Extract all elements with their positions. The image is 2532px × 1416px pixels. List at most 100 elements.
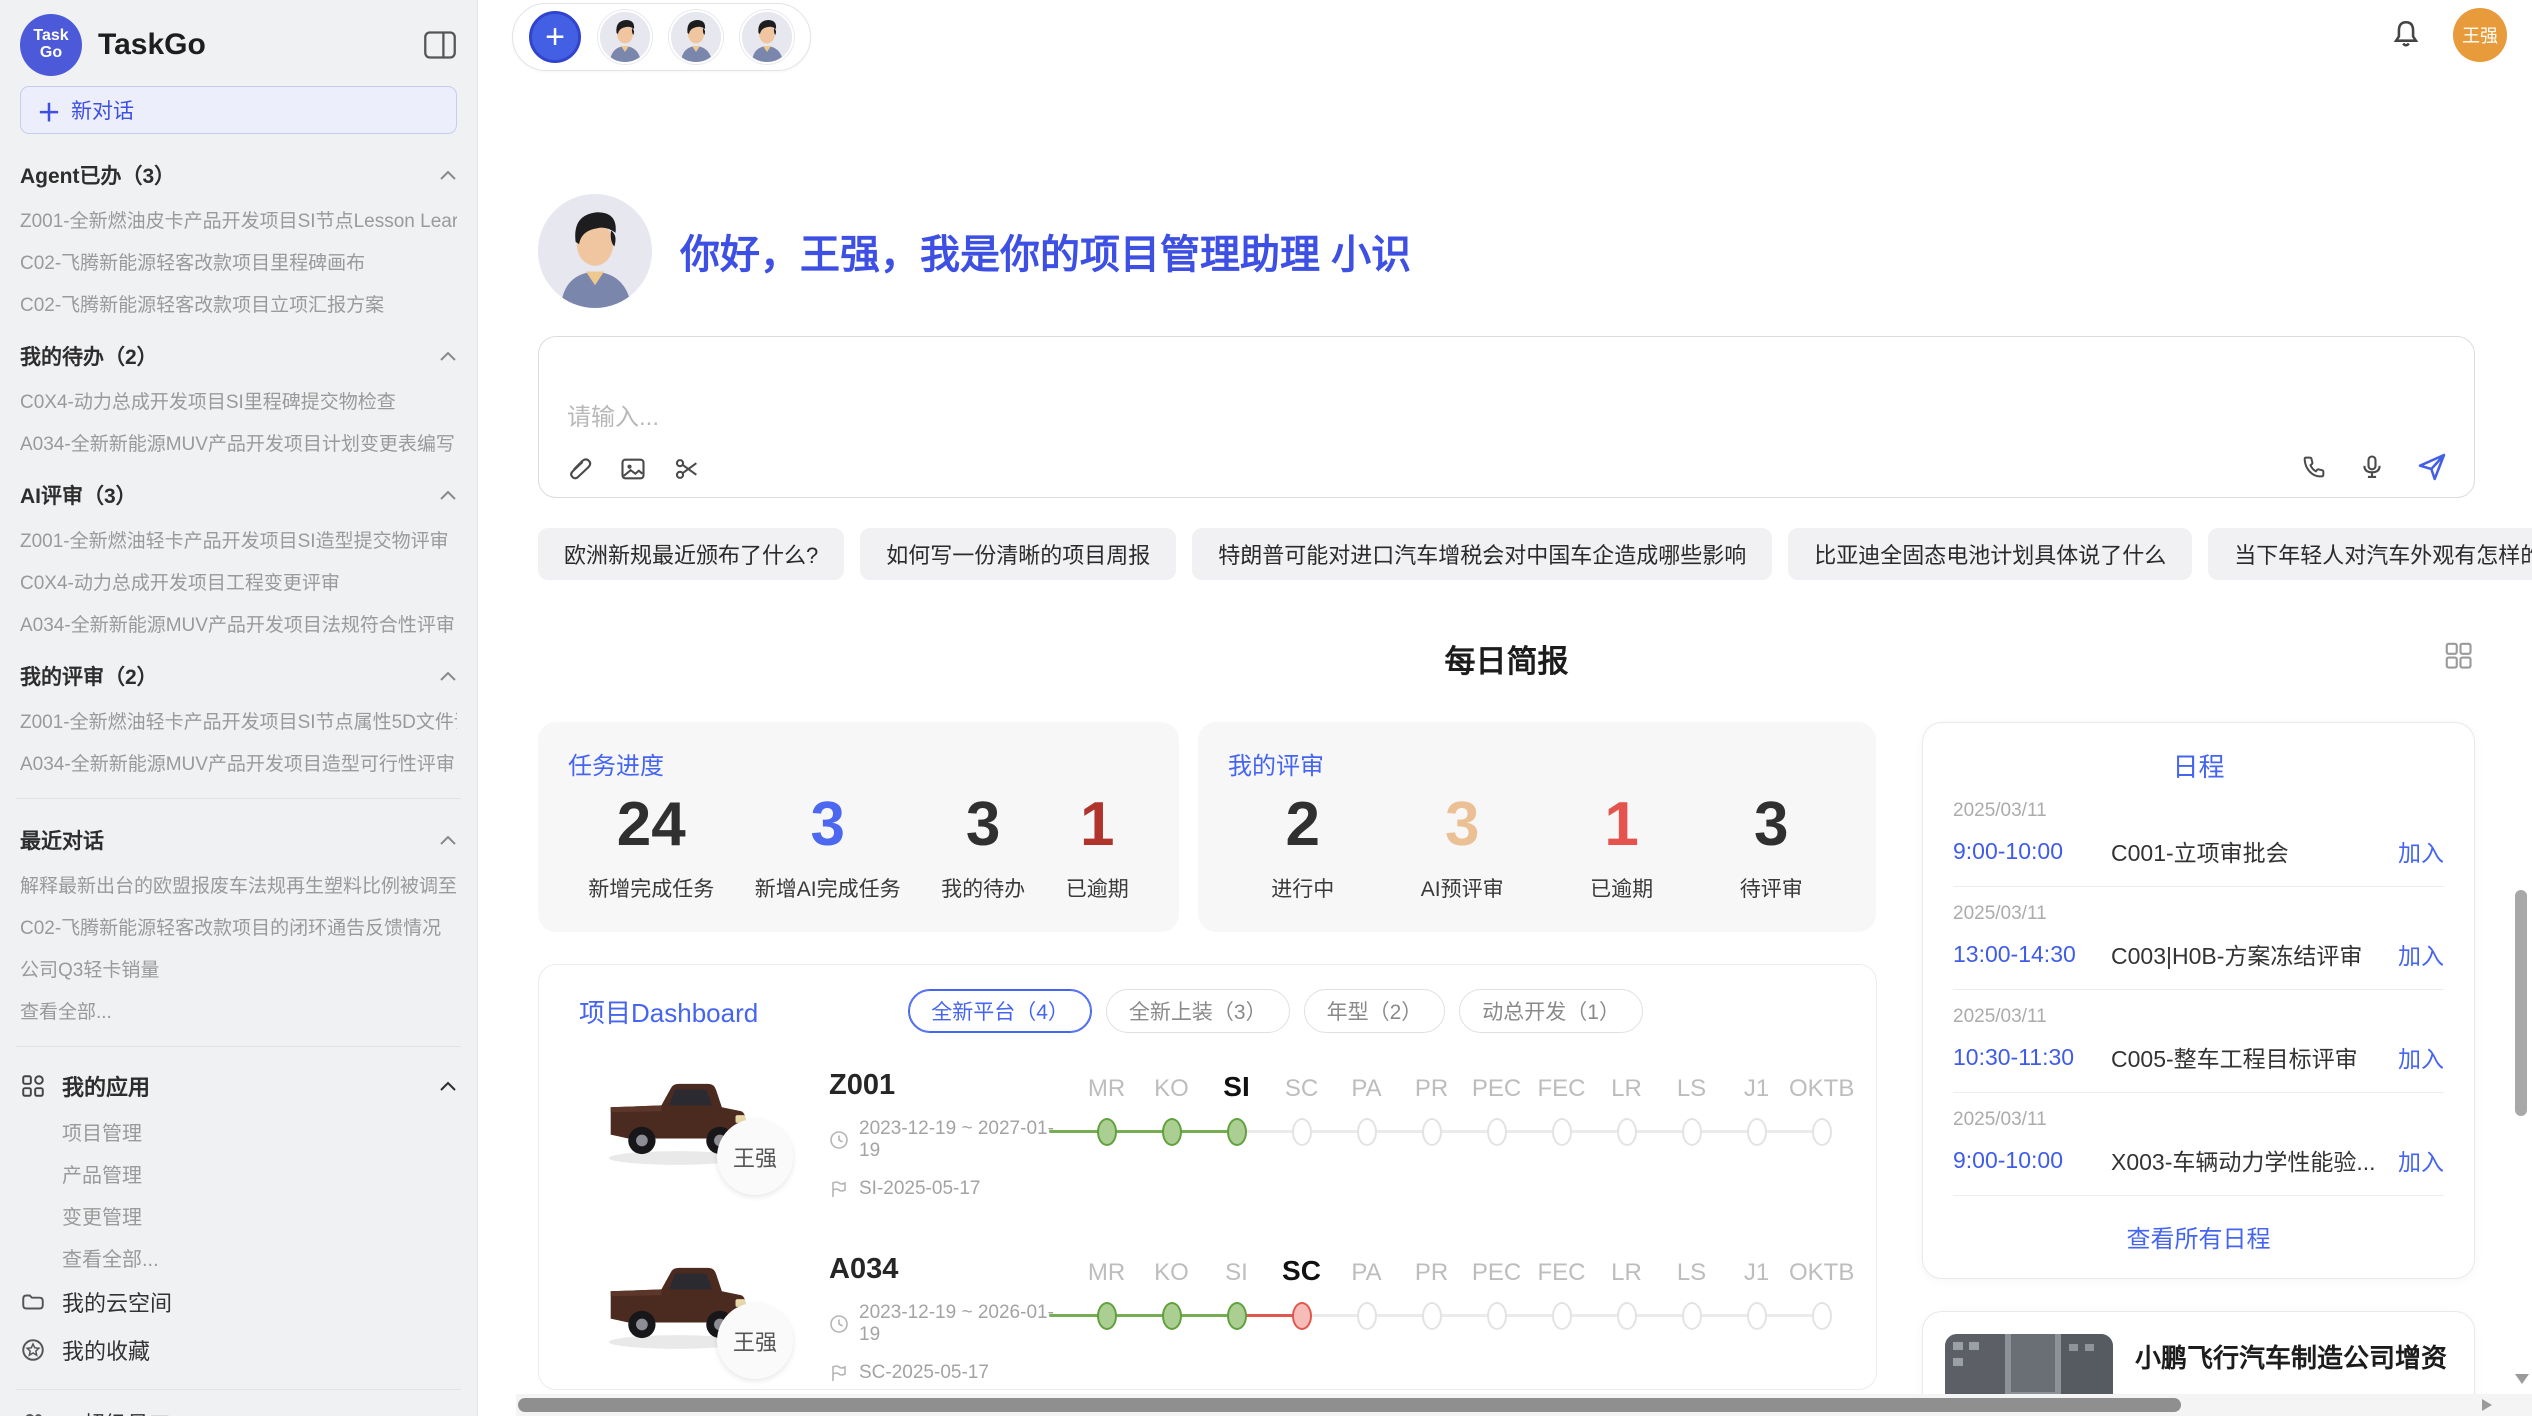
dashboard-tab[interactable]: 动总开发（1） [1459,989,1643,1033]
chat-input[interactable] [565,395,2065,439]
sidebar-task-item[interactable]: C02-飞腾新能源轻客改款项目里程碑画布 [20,248,457,273]
greeting-block: 你好，王强，我是你的项目管理助理 小识 [538,194,2475,308]
suggestion-chip-1[interactable]: 欧洲新规最近颁布了什么? [538,528,844,580]
notification-bell-icon[interactable] [2389,18,2423,52]
milestone-dot-cell [1139,1103,1204,1146]
milestone-dot-cell [1529,1287,1594,1330]
milestone-label-FEC: FEC [1529,1075,1594,1103]
sidebar-task-item[interactable]: Z001-全新燃油轻卡产品开发项目SI造型提交物评审 [20,526,457,551]
daily-brief-title: 每日简报 [538,636,2475,681]
sidebar-item-favorites[interactable]: 我的收藏 [20,1335,457,1365]
milestone-dot-KO [1162,1118,1182,1146]
sidebar-task-item[interactable]: Z001-全新燃油皮卡产品开发项目SI节点Lesson Learn报告 [20,206,457,231]
project-row[interactable]: 王强Z0012023-12-19 ~ 2027-01-19SI-2025-05-… [565,1067,1854,1217]
project-dates-text: 2023-12-19 ~ 2026-01-19 [859,1302,1074,1346]
stat-label: 待评审 [1740,873,1803,903]
app-item[interactable]: 产品管理 [62,1159,457,1185]
event-date: 2025/03/11 [1953,800,2444,822]
app-item[interactable]: 变更管理 [62,1201,457,1227]
attachment-icon[interactable] [565,455,593,483]
stat-items: 24新增完成任务3新增AI完成任务3我的待办1已逾期 [568,791,1149,903]
sidebar-task-item[interactable]: A034-全新新能源MUV产品开发项目法规符合性评审 [20,610,457,635]
milestone-dot-J1 [1747,1118,1767,1146]
assistant-avatar-1[interactable] [598,10,652,64]
section-header[interactable]: 我的待办（2） [20,342,457,370]
dashboard-tab[interactable]: 全新上装（3） [1106,989,1290,1033]
recent-chat-item[interactable]: C02-飞腾新能源轻客改款项目的闭环通告反馈情况 [20,913,457,938]
scissors-icon[interactable] [673,455,701,483]
sidebar-links: 我的云空间我的收藏 [20,1287,457,1365]
input-attachments [565,455,701,483]
logo-line2: Go [40,45,62,62]
user-avatar-badge[interactable]: 王强 [2453,8,2507,62]
view-all-chats-link[interactable]: 查看全部... [20,997,457,1022]
sidebar-item-ai-staff[interactable]: AI超级员工 [20,1408,457,1416]
sidebar-task-item[interactable]: C0X4-动力总成开发项目工程变更评审 [20,568,457,593]
apps-grid-icon [20,1073,46,1099]
assistant-avatar-3[interactable] [740,10,794,64]
view-all-schedule-link[interactable]: 查看所有日程 [1953,1219,2444,1258]
collapse-sidebar-icon[interactable] [423,30,457,60]
layout-grid-icon[interactable] [2443,640,2473,670]
project-flag-text: SC-2025-05-17 [859,1362,989,1384]
dashboard-tab[interactable]: 年型（2） [1304,989,1446,1033]
milestone-dot-cell [1334,1103,1399,1146]
sidebar-item-cloud-space[interactable]: 我的云空间 [20,1287,457,1317]
milestone-dot-MR [1097,1302,1117,1330]
suggestion-chip-5[interactable]: 当下年轻人对汽车外观有怎样的喜好趋势 [2208,528,2532,580]
view-all-apps-link[interactable]: 查看全部... [62,1243,457,1269]
milestone-label-OKTB: OKTB [1789,1259,1854,1287]
recent-chat-item[interactable]: 公司Q3轻卡销量 [20,955,457,980]
microphone-icon[interactable] [2358,453,2386,481]
section-header[interactable]: Agent已办（3） [20,161,457,189]
assistant-avatar-illustration [600,12,650,62]
suggestion-chip-4[interactable]: 比亚迪全固态电池计划具体说了什么 [1788,528,2192,580]
stat: 2进行中 [1271,791,1334,903]
milestone-dot-SI [1227,1118,1247,1146]
send-icon[interactable] [2416,451,2448,483]
milestone-dot-PA [1357,1118,1377,1146]
project-info: A0342023-12-19 ~ 2026-01-19SC-2025-05-17 [829,1251,1074,1390]
phone-call-icon[interactable] [2300,453,2328,481]
assistant-avatar-2[interactable] [669,10,723,64]
dashboard-tab[interactable]: 全新平台（4） [908,989,1092,1033]
vertical-scrollbar-thumb[interactable] [2515,890,2527,1116]
new-chat-button[interactable]: ＋ 新对话 [20,86,457,134]
section-header[interactable]: AI评审（3） [20,481,457,509]
suggestion-chip-3[interactable]: 特朗普可能对进口汽车增税会对中国车企造成哪些影响 [1192,528,1772,580]
app-item[interactable]: 项目管理 [62,1117,457,1143]
section-header[interactable]: 我的评审（2） [20,662,457,690]
stat-value: 3 [1445,791,1479,859]
event-join-link[interactable]: 加入 [2398,937,2444,971]
event-title: C005-整车工程目标评审 [2111,1040,2386,1074]
stat-label: 新增AI完成任务 [755,873,901,903]
milestone-dot-SC [1292,1118,1312,1146]
event-join-link[interactable]: 加入 [2398,1040,2444,1074]
suggestion-chips: 欧洲新规最近颁布了什么? 如何写一份清晰的项目周报特朗普可能对进口汽车增税会对中国… [538,528,2475,580]
project-row[interactable]: 王强A0342023-12-19 ~ 2026-01-19SC-2025-05-… [565,1251,1854,1390]
milestone-dot-OKTB [1812,1118,1832,1146]
add-assistant-button[interactable]: + [529,11,581,63]
ai-staff-icon [20,1410,46,1416]
sidebar-task-item[interactable]: A034-全新新能源MUV产品开发项目计划变更表编写 [20,429,457,454]
event-join-link[interactable]: 加入 [2398,834,2444,868]
recent-chat-item[interactable]: 解释最新出台的欧盟报废车法规再生塑料比例被调至15%... [20,871,457,896]
scroll-right-arrow[interactable] [2482,1399,2492,1411]
my-apps-header[interactable]: 我的应用 [20,1071,457,1101]
sidebar-task-item[interactable]: Z001-全新燃油轻卡产品开发项目SI节点属性5D文件评审 [20,707,457,732]
horizontal-scrollbar-thumb[interactable] [518,1398,2181,1412]
scroll-down-arrow[interactable] [2515,1374,2529,1384]
suggestion-chip-2[interactable]: 如何写一份清晰的项目周报 [860,528,1176,580]
sidebar-task-item[interactable]: A034-全新新能源MUV产品开发项目造型可行性评审 [20,749,457,774]
event-join-link[interactable]: 加入 [2398,1143,2444,1177]
milestone-label-PA: PA [1334,1075,1399,1103]
stat-label: AI预评审 [1421,873,1504,903]
news-title: 小鹏飞行汽车制造公司增资 [2135,1338,2452,1375]
milestone-label-MR: MR [1074,1075,1139,1103]
image-icon[interactable] [619,455,647,483]
horizontal-scrollbar [516,1394,2532,1416]
recent-chats-header[interactable]: 最近对话 [20,826,457,854]
sidebar-task-item[interactable]: C02-飞腾新能源轻客改款项目立项汇报方案 [20,290,457,315]
event-date: 2025/03/11 [1953,903,2444,925]
sidebar-task-item[interactable]: C0X4-动力总成开发项目SI里程碑提交物检查 [20,387,457,412]
